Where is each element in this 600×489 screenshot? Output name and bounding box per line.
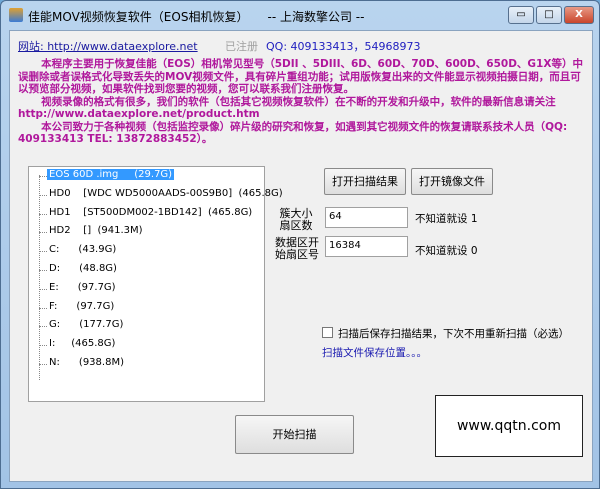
tree-connector bbox=[39, 251, 47, 253]
tree-node[interactable]: D: (48.8G) bbox=[49, 263, 117, 274]
tree-node[interactable]: HD0 [WDC WD5000AADS-00S9B0] (465.8G) bbox=[49, 188, 283, 199]
tree-node[interactable]: N: (938.8M) bbox=[49, 357, 124, 368]
watermark: www.qqtn.com bbox=[435, 395, 583, 457]
start-sector-label: 数据区开始扇区号 bbox=[275, 236, 319, 261]
window-title: 佳能MOV视频恢复软件（EOS相机恢复） -- 上海数擎公司 -- bbox=[28, 10, 365, 24]
tree-line bbox=[39, 175, 40, 380]
description-text: 本程序主要用于恢复佳能（EOS）相机常见型号（5DII 、5DIII、6D、60… bbox=[18, 58, 586, 146]
description-paragraph: 本程序主要用于恢复佳能（EOS）相机常见型号（5DII 、5DIII、6D、60… bbox=[18, 58, 583, 95]
description-paragraph: 视频录像的格式有很多，我们的软件（包括其它视频恢复软件）在不断的开发和升级中，软… bbox=[18, 95, 556, 121]
app-icon bbox=[9, 8, 23, 22]
close-button[interactable]: X bbox=[564, 6, 594, 24]
tree-connector bbox=[39, 232, 47, 234]
tree-node[interactable]: EOS 60D .img (29.7G) bbox=[47, 169, 175, 180]
minimize-button[interactable]: ▭ bbox=[508, 6, 534, 24]
tree-connector bbox=[39, 345, 47, 347]
tree-connector bbox=[39, 176, 47, 177]
registered-status: 已注册 bbox=[225, 40, 258, 53]
open-scan-result-button[interactable]: 打开扫描结果 bbox=[324, 168, 406, 195]
description-paragraph: 本公司致力于各种视频（包括监控录像）碎片级的研究和恢复，如遇到其它视频文件的恢复… bbox=[18, 120, 568, 146]
cluster-size-input[interactable]: 64 bbox=[325, 207, 408, 228]
tree-node[interactable]: I: (465.8G) bbox=[49, 338, 115, 349]
open-image-file-button[interactable]: 打开镜像文件 bbox=[411, 168, 493, 195]
tree-node[interactable]: HD2 [] (941.3M) bbox=[49, 225, 143, 236]
scan-save-location-link[interactable]: 扫描文件保存位置。。。 bbox=[322, 345, 427, 360]
tree-connector bbox=[39, 213, 47, 215]
tree-node[interactable]: E: (97.7G) bbox=[49, 282, 116, 293]
save-scan-label[interactable]: 扫描后保存扫描结果，下次不用重新扫描（必选） bbox=[338, 326, 569, 341]
start-scan-button[interactable]: 开始扫描 bbox=[235, 415, 354, 454]
start-sector-hint: 不知道就设 0 bbox=[415, 245, 478, 257]
save-scan-checkbox[interactable] bbox=[322, 327, 333, 338]
qq-contact: QQ: 409133413，54968973 bbox=[266, 40, 421, 53]
cluster-size-hint: 不知道就设 1 bbox=[415, 213, 478, 225]
tree-connector bbox=[39, 326, 47, 328]
tree-node[interactable]: C: (43.9G) bbox=[49, 244, 116, 255]
tree-connector bbox=[39, 364, 47, 365]
client-area: 网站: http://www.dataexplore.net 已注册 QQ: 4… bbox=[9, 30, 593, 482]
cluster-size-label: 簇大小扇区数 bbox=[279, 207, 313, 232]
tree-node[interactable]: F: (97.7G) bbox=[49, 301, 114, 312]
website-link[interactable]: 网站: http://www.dataexplore.net bbox=[18, 38, 198, 54]
drive-tree[interactable]: EOS 60D .img (29.7G) HD0 [WDC WD5000AADS-… bbox=[28, 166, 283, 402]
tree-node[interactable]: G: (177.7G) bbox=[49, 319, 123, 330]
tree-connector bbox=[39, 307, 47, 309]
title-bar: 佳能MOV视频恢复软件（EOS相机恢复） -- 上海数擎公司 -- ▭ □ X bbox=[1, 1, 599, 29]
tree-node[interactable]: HD1 [ST500DM002-1BD142] (465.8G) bbox=[49, 207, 252, 218]
tree-connector bbox=[39, 288, 47, 290]
maximize-button[interactable]: □ bbox=[536, 6, 562, 24]
app-window: 佳能MOV视频恢复软件（EOS相机恢复） -- 上海数擎公司 -- ▭ □ X … bbox=[0, 0, 600, 489]
tree-connector bbox=[39, 194, 47, 196]
tree-connector bbox=[39, 270, 47, 271]
start-sector-input[interactable]: 16384 bbox=[325, 236, 408, 257]
